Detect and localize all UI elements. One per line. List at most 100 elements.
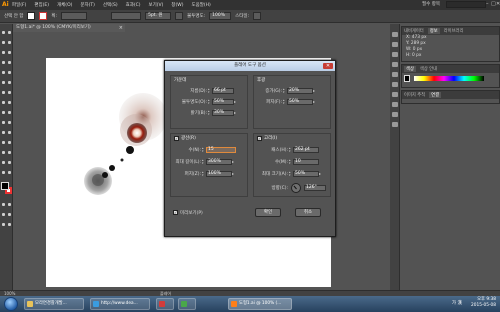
rings-number-label: 수(M): (274, 159, 288, 165)
right-panels: 내비게이터 정보 라이브러리 X: 473 px Y: 289 px W: 0 … (390, 24, 500, 290)
diameter-input[interactable]: 66 pt (212, 87, 234, 94)
rings-largest-label: 최대 크기(A): (261, 171, 288, 177)
rings-largest-row: 최대 크기(A): ▴ ▾ 50% ▸ (254, 170, 323, 177)
panel-icon-strip (390, 24, 400, 290)
ime-indicator[interactable]: 가 漢 (452, 300, 462, 306)
taskbar-item-explorer[interactable]: 모라연경찰개발... (24, 298, 84, 310)
brightness-arrow-icon[interactable]: ▸ (234, 110, 238, 116)
halo-group-title: 후광 (257, 78, 266, 83)
tab-color[interactable]: 색상 (404, 66, 416, 72)
start-button[interactable] (4, 297, 18, 311)
rings-largest-arrow-icon[interactable]: ▸ (319, 171, 323, 177)
browser-icon (93, 301, 99, 307)
app-icon (181, 301, 187, 307)
rays-number-input[interactable]: 15 (206, 146, 236, 153)
windows-taskbar: 모라연경찰개발... http://www.dea... 도형1.ai @ 10… (0, 296, 500, 312)
rings-direction-input[interactable]: 126° (304, 184, 326, 191)
ok-button[interactable]: 확인 (255, 208, 281, 217)
diameter-label: 지름(D): (190, 88, 207, 94)
system-clock[interactable]: 오후 9:38 2015-05-08 (471, 297, 496, 309)
dialog-title-bar: 플레어 도구 옵션 ✕ (165, 61, 335, 71)
center-group: 가운데 지름(D): ▴ ▾ 66 pt 불투명도(O): ▴ ▾ 50% ▸ 밝기… (170, 75, 248, 129)
rays-longest-arrow-icon[interactable]: ▸ (232, 159, 236, 165)
transparency-panel-icon[interactable] (392, 102, 398, 107)
rings-direction-row: 방향(C): 126° (254, 182, 326, 193)
rings-path-input[interactable]: 262 pt (293, 146, 319, 153)
center-opacity-arrow-icon[interactable]: ▸ (234, 99, 238, 105)
rings-group-title: 고리(I) (264, 136, 278, 141)
tab-color-guide[interactable]: 색상 안내 (420, 66, 437, 72)
growth-row: 증가(G): ▴ ▾ 20% ▸ (254, 87, 317, 94)
rays-longest-label: 최대 길이(L): (175, 159, 201, 165)
color-panel-icon[interactable] (392, 42, 398, 47)
folder-icon (27, 301, 33, 307)
rings-path-row: 패스(H): ▴ ▾ 262 pt (254, 146, 319, 153)
rings-path-label: 패스(H): (271, 147, 288, 153)
preview-checkbox[interactable]: ✓ (173, 210, 178, 215)
current-color-swatch[interactable] (404, 75, 410, 82)
layers-panel-icon[interactable] (392, 122, 398, 127)
rings-number-input[interactable]: 10 (293, 158, 319, 165)
symbols-panel-icon[interactable] (392, 72, 398, 77)
growth-input[interactable]: 20% (287, 87, 313, 94)
brushes-panel-icon[interactable] (392, 62, 398, 67)
image-trace-panel: 이미지 추적 연결 (401, 90, 500, 104)
tab-image-trace[interactable]: 이미지 추적 (404, 92, 425, 98)
growth-arrow-icon[interactable]: ▸ (313, 88, 317, 94)
halo-fuzziness-row: 퍼지(F): ▴ ▾ 50% ▸ (254, 98, 317, 105)
center-opacity-row: 불투명도(O): ▴ ▾ 50% ▸ (171, 98, 238, 105)
center-opacity-input[interactable]: 50% (212, 98, 234, 105)
dialog-close-button[interactable]: ✕ (323, 63, 333, 69)
taskbar-item-app[interactable] (178, 298, 196, 310)
taskbar-item-label: 모라연경찰개발... (35, 301, 67, 306)
swatches-panel-icon[interactable] (392, 52, 398, 57)
rays-group: ✓ 광선(R) 수(N): ▴ ▾ 15 최대 길이(L): ▴ ▾ 300% ▸ … (170, 133, 248, 197)
preview-label: 미리보기(P) (180, 210, 203, 216)
dialog-title: 플레어 도구 옵션 (234, 63, 266, 68)
image-trace-panel-tabs: 이미지 추적 연결 (402, 91, 499, 99)
tab-navigator[interactable]: 내비게이터 (404, 28, 424, 34)
flare-options-dialog: 플레어 도구 옵션 ✕ 가운데 지름(D): ▴ ▾ 66 pt 불투명도(O):… (164, 60, 336, 237)
halo-fuzziness-input[interactable]: 50% (287, 98, 313, 105)
taskbar-item-label: 도형1.ai @ 100% (... (239, 301, 282, 306)
tab-links[interactable]: 연결 (429, 92, 442, 98)
rays-fuzziness-arrow-icon[interactable]: ▸ (232, 171, 236, 177)
info-panel-tabs: 내비게이터 정보 라이브러리 (402, 27, 499, 35)
rays-group-title-row: ✓ 광선(R) (174, 135, 196, 141)
panel-collapse-icon[interactable] (392, 32, 398, 37)
appearance-panel-icon[interactable] (392, 112, 398, 117)
direction-dial-icon[interactable] (291, 182, 301, 193)
halo-fuzziness-label: 퍼지(F): (266, 99, 282, 105)
brightness-input[interactable]: 30% (212, 109, 234, 116)
tab-libraries[interactable]: 라이브러리 (444, 28, 464, 34)
rings-largest-input[interactable]: 50% (293, 170, 319, 177)
flare-ring (120, 158, 124, 162)
clock-date: 2015-05-08 (471, 303, 496, 308)
rays-fuzziness-row: 퍼지(Z): ▴ ▾ 100% ▸ (171, 170, 236, 177)
taskbar-item-label: http://www.dea... (101, 301, 138, 306)
rays-fuzziness-input[interactable]: 100% (206, 170, 232, 177)
taskbar-item-app[interactable] (156, 298, 174, 310)
tab-info[interactable]: 정보 (427, 28, 440, 34)
cancel-button[interactable]: 취소 (295, 208, 321, 217)
flare-center (127, 123, 147, 143)
color-panel-tabs: 색상 색상 안내 (402, 65, 499, 73)
flare-ring (102, 172, 108, 178)
stroke-panel-icon[interactable] (392, 82, 398, 87)
gradient-panel-icon[interactable] (392, 92, 398, 97)
rays-number-label: 수(N): (188, 147, 201, 153)
taskbar-item-illustrator[interactable]: 도형1.ai @ 100% (... (228, 298, 292, 310)
center-group-title: 가운데 (174, 78, 187, 83)
brightness-row: 밝기(B): ▴ ▾ 30% ▸ (171, 109, 238, 116)
rings-checkbox[interactable]: ✓ (257, 135, 262, 141)
rays-checkbox[interactable]: ✓ (174, 135, 179, 141)
rays-longest-input[interactable]: 300% (206, 158, 232, 165)
taskbar-item-browser[interactable]: http://www.dea... (90, 298, 150, 310)
rays-longest-row: 최대 길이(L): ▴ ▾ 300% ▸ (171, 158, 236, 165)
info-panel: 내비게이터 정보 라이브러리 X: 473 px Y: 289 px W: 0 … (401, 26, 500, 62)
illustrator-icon (231, 301, 237, 307)
color-spectrum[interactable] (414, 76, 484, 81)
center-opacity-label: 불투명도(O): (181, 99, 207, 105)
halo-fuzziness-arrow-icon[interactable]: ▸ (313, 99, 317, 105)
brightness-label: 밝기(B): (190, 110, 207, 116)
